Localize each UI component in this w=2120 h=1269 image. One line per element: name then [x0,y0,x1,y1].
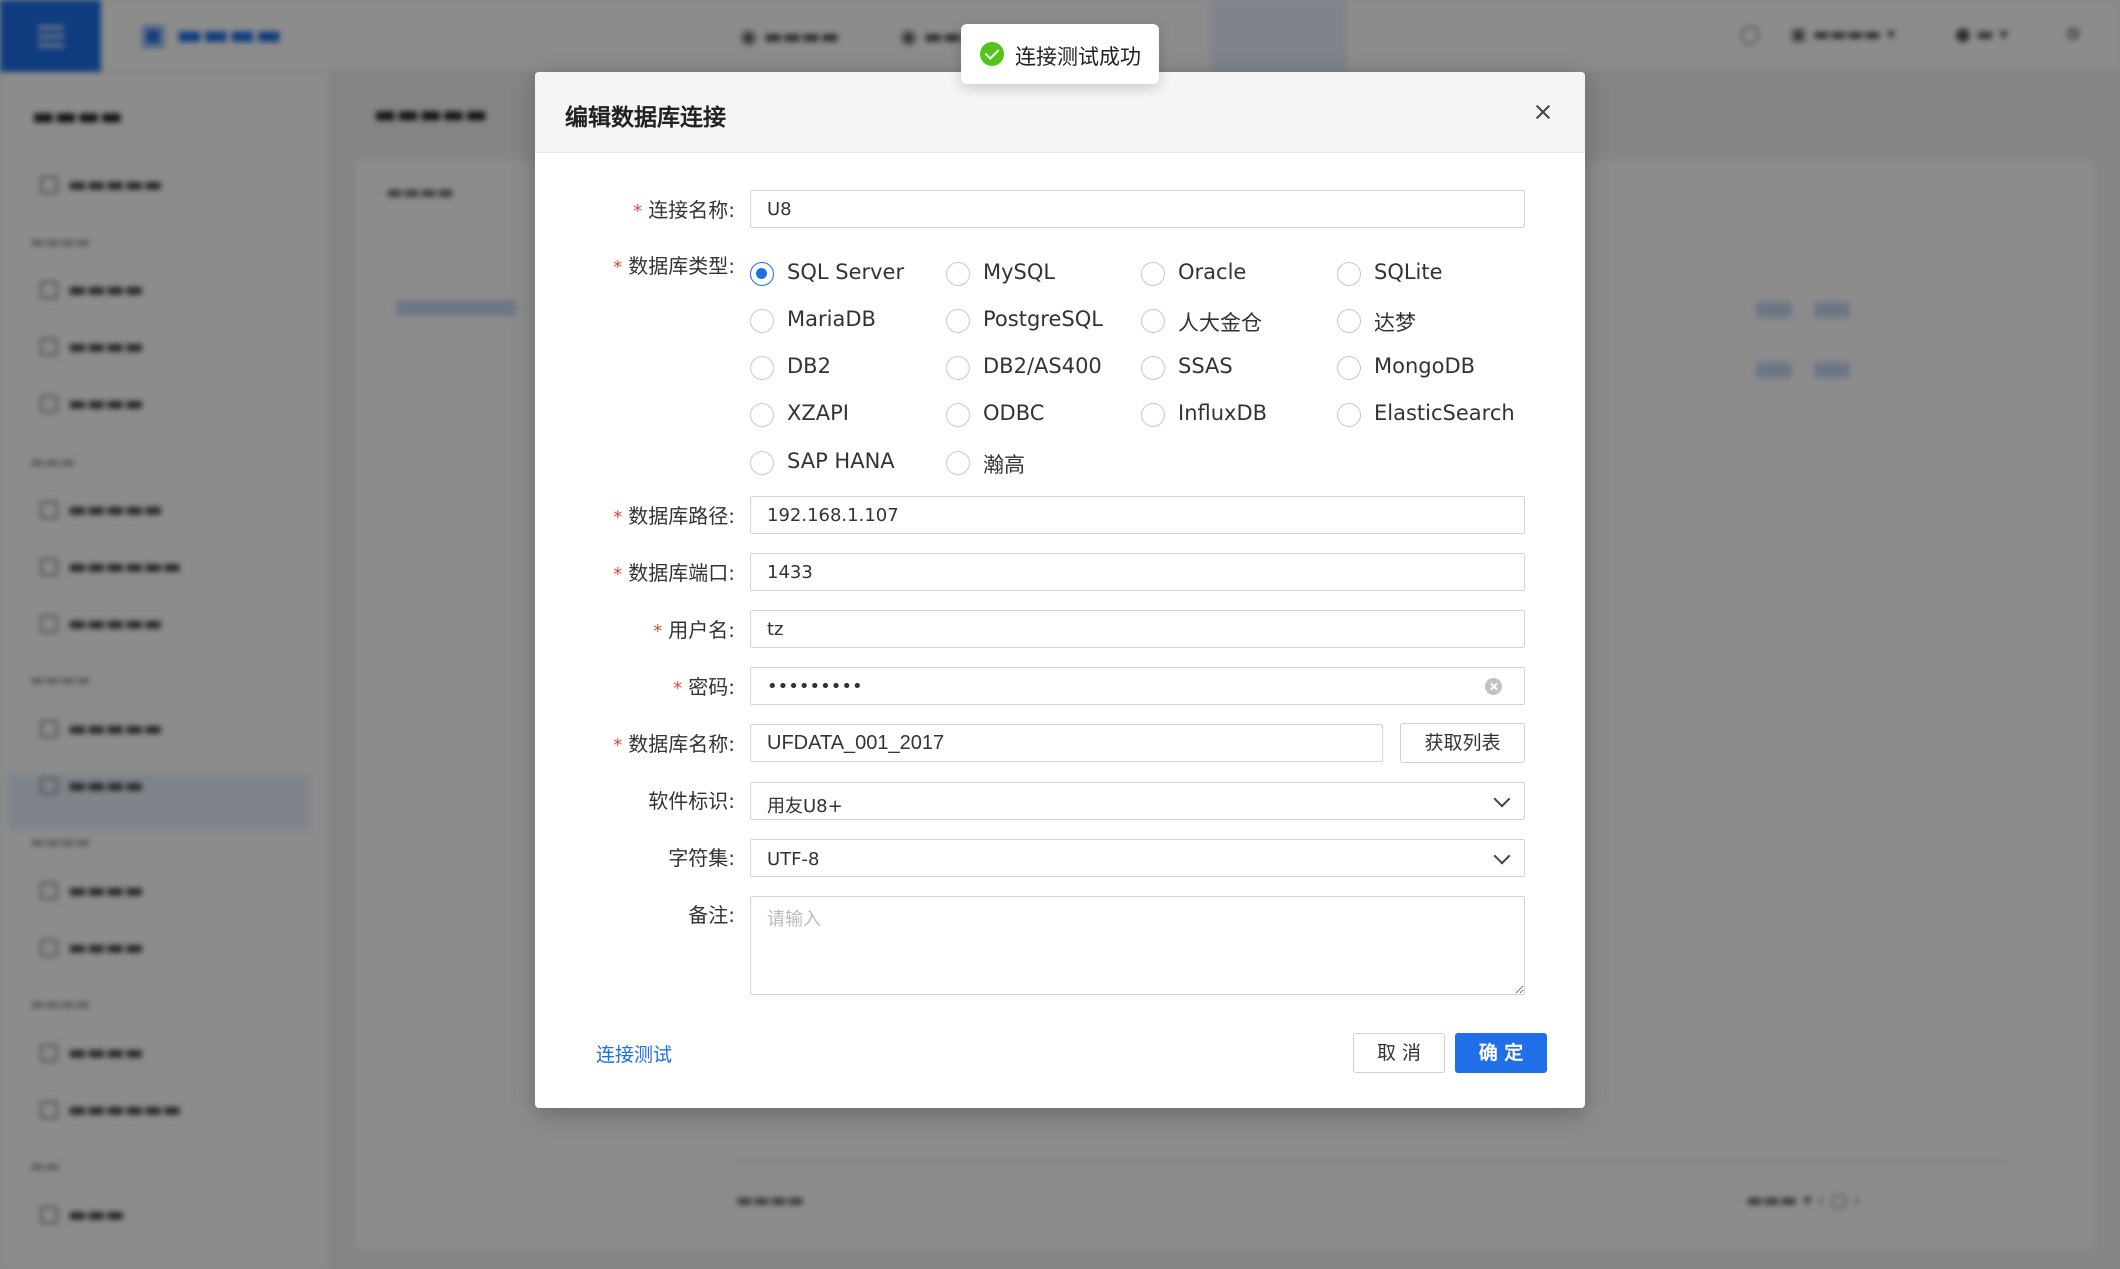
dialog-title: 编辑数据库连接 [565,105,726,131]
db-type-radio-label: 人大金仓 [1178,311,1262,335]
radio-circle-icon [946,451,970,475]
radio-circle-icon [1337,403,1361,427]
fetch-list-button[interactable]: 获取列表 [1400,723,1525,763]
check-circle-icon [980,42,1004,66]
charset-label: 字符集: [668,846,735,870]
success-toast: 连接测试成功 [961,24,1159,84]
db-type-radio-label: SQL Server [787,260,905,284]
db-type-radio-label: Oracle [1178,260,1247,284]
software-id-select[interactable]: 用友U8+ [750,782,1525,820]
charset-select[interactable]: UTF-8 [750,839,1525,877]
required-mark: * [653,621,663,642]
radio-circle-icon [1141,309,1165,333]
confirm-button[interactable]: 确 定 [1455,1033,1547,1073]
db-type-radio-label: DB2 [787,354,831,378]
radio-circle-icon [946,309,970,333]
radio-circle-icon [1141,356,1165,380]
db-port-input[interactable] [750,553,1525,591]
db-type-radio-label: SAP HANA [787,449,895,473]
db-type-radio-label: PostgreSQL [983,307,1103,331]
required-mark: * [613,735,623,756]
remark-label: 备注: [688,903,735,927]
radio-circle-icon [750,262,774,286]
db-type-radio-label: 达梦 [1374,311,1416,335]
db-type-radio-label: InfluxDB [1178,401,1268,425]
db-type-radio-label: ElasticSearch [1374,401,1515,425]
db-type-radio-label: MongoDB [1374,354,1476,378]
db-port-label: * 数据库端口: [613,561,735,585]
db-name-input[interactable] [750,724,1383,762]
radio-circle-icon [1141,262,1165,286]
toast-message: 连接测试成功 [1015,45,1141,69]
password-label: * 密码: [673,675,735,699]
software-id-label: 软件标识: [648,789,735,813]
remark-textarea[interactable] [750,896,1525,995]
radio-circle-icon [750,403,774,427]
db-type-radio-label: XZAPI [787,401,849,425]
connection-test-link[interactable]: 连接测试 [596,1040,672,1067]
db-type-radio-label: MariaDB [787,307,876,331]
password-input[interactable] [750,667,1525,705]
db-path-label: * 数据库路径: [613,504,735,528]
connection-name-label: * 连接名称: [633,198,735,222]
radio-circle-icon [1141,403,1165,427]
db-type-radio-label: 瀚高 [983,453,1025,477]
close-icon[interactable] [1527,96,1559,128]
username-input[interactable] [750,610,1525,648]
required-mark: * [613,564,623,585]
radio-circle-icon [946,356,970,380]
clear-icon[interactable] [1485,678,1502,695]
software-id-value: 用友U8+ [767,796,843,817]
radio-circle-icon [946,403,970,427]
db-type-radio-label: SSAS [1178,354,1233,378]
required-mark: * [633,201,643,222]
radio-circle-icon [750,356,774,380]
db-type-label: * 数据库类型: [613,254,735,278]
db-name-label: * 数据库名称: [613,732,735,756]
dialog-header: 编辑数据库连接 [535,72,1585,153]
db-type-radio-label: DB2/AS400 [983,354,1102,378]
required-mark: * [613,507,623,528]
radio-circle-icon [750,451,774,475]
radio-circle-icon [1337,309,1361,333]
radio-circle-icon [1337,356,1361,380]
radio-circle-icon [1337,262,1361,286]
radio-circle-icon [946,262,970,286]
edit-db-connection-dialog: 编辑数据库连接 *连接名称: *数据库类型: SQL Server MySQL Or… [535,72,1585,1108]
connection-name-input[interactable] [750,190,1525,228]
db-type-radio-label: SQLite [1374,260,1443,284]
db-type-radio-label: MySQL [983,260,1056,284]
radio-circle-icon [750,309,774,333]
required-mark: * [673,678,683,699]
db-path-input[interactable] [750,496,1525,534]
charset-value: UTF-8 [767,849,820,870]
username-label: * 用户名: [653,618,735,642]
chevron-down-icon [1493,847,1511,865]
db-type-radio-label: ODBC [983,401,1045,425]
chevron-down-icon [1493,790,1511,808]
required-mark: * [613,257,623,278]
cancel-button[interactable]: 取 消 [1353,1033,1445,1073]
